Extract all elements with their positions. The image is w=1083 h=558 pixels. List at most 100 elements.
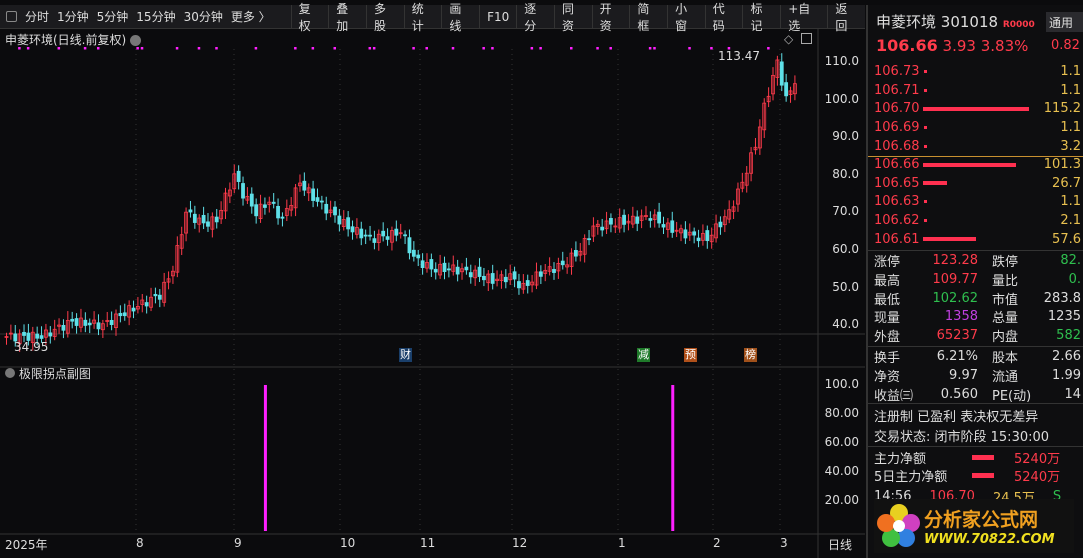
candle: [560, 260, 565, 266]
candle: [779, 61, 784, 86]
bid-row[interactable]: 106.66 101.3: [874, 155, 1083, 174]
toolbar-button-1[interactable]: 叠加: [328, 2, 366, 33]
tab-general[interactable]: 通用设: [1046, 12, 1083, 32]
stat-value: 65237: [936, 328, 978, 344]
signal-dot: [311, 47, 315, 50]
ask-row[interactable]: 106.70 115.2: [874, 99, 1083, 118]
ask-row[interactable]: 106.73 1.1: [874, 62, 1083, 81]
signal-dot: [333, 47, 336, 50]
toolbar-button-11[interactable]: 代码: [704, 2, 743, 33]
bid-row[interactable]: 106.65 26.7: [874, 174, 1083, 193]
candle: [346, 217, 351, 230]
candle: [35, 333, 40, 339]
period-0[interactable]: 分时: [25, 8, 49, 25]
event-mark-finance[interactable]: 财: [399, 348, 412, 362]
candle: [587, 238, 591, 241]
sidebar-toggle-icon[interactable]: [6, 11, 17, 22]
x-label: 12: [512, 536, 528, 550]
period-label[interactable]: 日线: [828, 536, 852, 553]
ask-row[interactable]: 106.69 1.1: [874, 118, 1083, 137]
side-value: 0.82: [1051, 38, 1080, 53]
stat-row: 外盘 65237 内盘 582: [874, 326, 1083, 345]
diamond-icon[interactable]: ◇: [784, 32, 793, 46]
toolbar-button-3[interactable]: 统计: [403, 2, 442, 33]
signal-dot: [372, 47, 376, 50]
stock-name-text: 申菱环境: [876, 13, 937, 31]
period-5[interactable]: 更多 〉: [231, 8, 271, 25]
bid-row[interactable]: 106.63 1.1: [874, 192, 1083, 211]
period-4[interactable]: 30分钟: [184, 8, 223, 25]
candle: [192, 213, 197, 223]
candle: [718, 221, 723, 228]
signal-dot: [767, 47, 770, 50]
period-1[interactable]: 1分钟: [57, 8, 89, 25]
order-price: 106.69: [874, 120, 920, 136]
stat-value: 109.77: [932, 271, 979, 287]
indicator-tick: 80.00: [824, 406, 859, 420]
signal-dot: [609, 47, 612, 50]
toolbar-button-5[interactable]: F10: [479, 5, 516, 28]
price-tick: 80.0: [832, 166, 859, 181]
ask-row[interactable]: 106.71 1.1: [874, 81, 1083, 100]
price-change-pct: 3.83%: [980, 37, 1029, 55]
candle: [381, 230, 386, 237]
stat-value: 102.62: [932, 290, 979, 306]
panel-toggle-icon[interactable]: [801, 33, 812, 44]
toolbar: 分时 1分钟 5分钟 15分钟 30分钟 更多 〉 复权 叠加 多股 统计 画线 F10 逐分 同资 开资…: [0, 2, 865, 33]
candle: [302, 180, 307, 191]
toolbar-button-14[interactable]: 返回: [827, 2, 865, 33]
toolbar-button-7[interactable]: 同资: [553, 2, 592, 33]
candle: [201, 214, 206, 224]
candle: [648, 218, 653, 221]
toolbar-button-8[interactable]: 开资: [591, 2, 630, 33]
candle: [490, 273, 495, 284]
volume-bar: [923, 144, 927, 148]
candle: [394, 228, 399, 236]
toolbar-button-13[interactable]: +自选: [780, 2, 827, 33]
volume-bar: [922, 237, 976, 242]
fin-label: 净资: [874, 369, 901, 385]
stat-label: 最低: [874, 292, 901, 308]
candle: [319, 200, 324, 203]
event-mark-forecast[interactable]: 预: [684, 348, 697, 362]
flow-value: 5240万: [1014, 470, 1061, 485]
period-2[interactable]: 5分钟: [97, 8, 129, 25]
stock-tags: 注册制 已盈利 表决权无差异: [874, 410, 1039, 425]
order-price: 106.63: [874, 194, 920, 210]
stat-label: 外盘: [874, 330, 901, 346]
candle: [407, 237, 412, 254]
flow-bar: [972, 473, 994, 478]
candle: [455, 266, 460, 275]
candle: [385, 236, 390, 240]
bid-row[interactable]: 106.62 2.1: [874, 211, 1083, 230]
signal-dot: [412, 47, 415, 50]
signal-dot: [596, 47, 599, 50]
chevron-down-icon[interactable]: [5, 368, 15, 378]
toolbar-button-0[interactable]: 复权: [290, 2, 329, 33]
kline-chart[interactable]: 申菱环境(日线.前复权) ◇ 113.47 34.95 110.0 100.0 90…: [0, 29, 865, 558]
event-mark-list[interactable]: 榜: [744, 348, 757, 362]
price-tick: 50.0: [832, 279, 859, 294]
order-price: 106.70: [874, 101, 920, 117]
x-label: 2: [713, 536, 721, 550]
bid-row[interactable]: 106.61 57.6: [874, 230, 1083, 249]
candle: [372, 238, 377, 243]
stat-value: 82.: [1060, 253, 1081, 268]
ask-row[interactable]: 106.68 3.2: [874, 137, 1083, 156]
signal-dot: [451, 47, 455, 50]
event-mark-reduce[interactable]: 减: [637, 348, 650, 362]
candle: [600, 226, 605, 231]
toolbar-button-9[interactable]: 简框: [629, 2, 667, 33]
candle: [416, 254, 421, 259]
toolbar-button-10[interactable]: 小窗: [667, 2, 705, 33]
order-price: 106.73: [874, 64, 920, 79]
toolbar-button-12[interactable]: 标记: [742, 2, 780, 33]
period-3[interactable]: 15分钟: [136, 8, 175, 25]
candle: [254, 204, 259, 217]
volume-bar: [922, 162, 1016, 167]
toolbar-button-4[interactable]: 画线: [441, 2, 479, 33]
stat-value: 582: [1056, 328, 1081, 344]
fin-label: 流通: [992, 369, 1019, 385]
toolbar-button-2[interactable]: 多股: [365, 2, 404, 33]
toolbar-button-6[interactable]: 逐分: [516, 2, 554, 33]
